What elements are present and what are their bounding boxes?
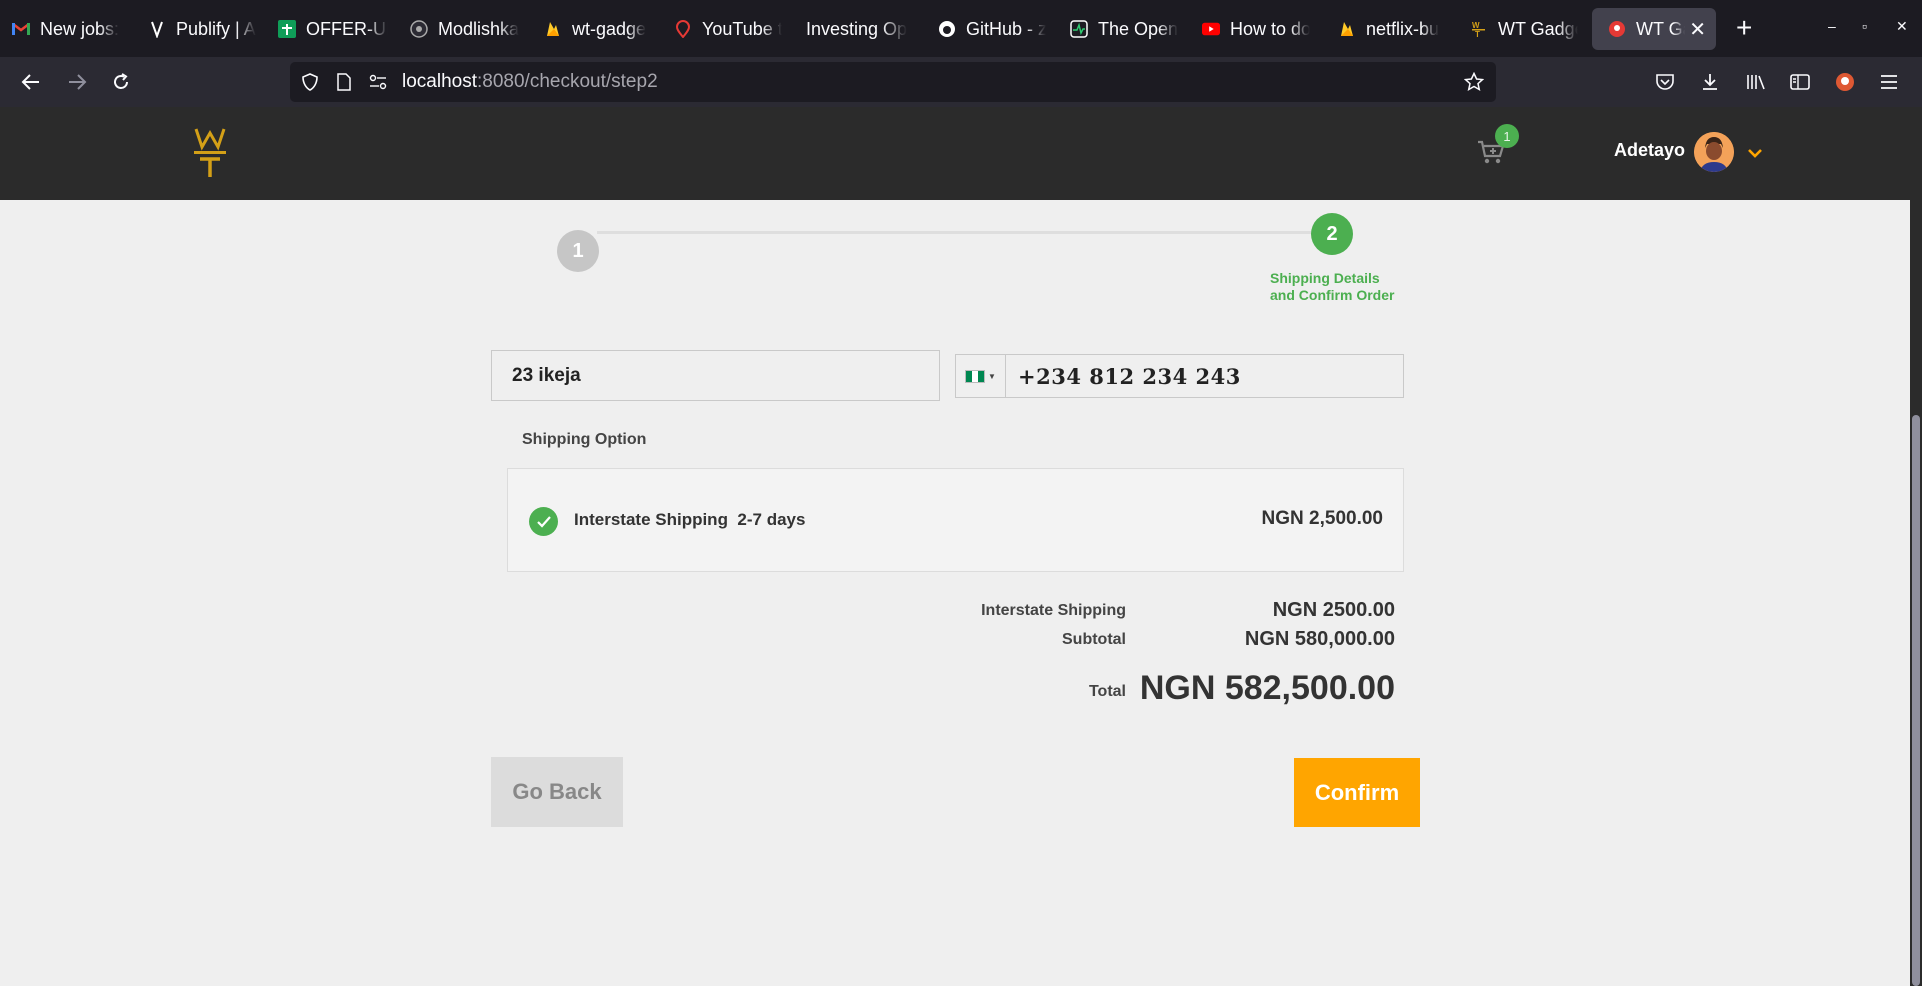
back-arrow-icon[interactable] [18, 69, 44, 95]
browser-tab[interactable]: The Open [1070, 8, 1178, 50]
address-field[interactable] [491, 350, 940, 401]
subtotal-label: Subtotal [1062, 631, 1126, 648]
menu-icon[interactable] [1876, 69, 1902, 95]
check-icon [529, 507, 558, 536]
wt-icon [1608, 20, 1626, 38]
svg-text:W: W [1472, 21, 1480, 30]
tab-title: Investing Op [806, 18, 908, 39]
wt-logo-icon: WT [1470, 20, 1488, 38]
browser-navbar: localhost:8080/checkout/step2 [0, 57, 1922, 107]
caret-down-icon: ▼ [988, 371, 996, 381]
page-icon[interactable] [334, 72, 354, 92]
browser-tab-strip: New jobs: Publify | A OFFER-UF Modlishka… [0, 0, 1922, 57]
shipping-option-price: NGN 2,500.00 [1261, 508, 1383, 529]
shipping-summary-label: Interstate Shipping [981, 602, 1126, 619]
tab-title: Modlishka [438, 18, 520, 39]
tab-title: Publify | A [176, 18, 256, 39]
chevron-down-icon[interactable] [1745, 143, 1765, 163]
browser-tab[interactable]: How to do [1202, 8, 1310, 50]
firebase-icon [1338, 20, 1356, 38]
url-path: :8080/checkout/step2 [477, 71, 658, 92]
browser-tab[interactable]: WT WT Gadge [1470, 8, 1578, 50]
browser-tab[interactable]: Investing Op [806, 8, 914, 50]
close-tab-icon[interactable]: ✕ [1689, 17, 1706, 42]
tab-title: WT Gadge [1498, 18, 1578, 39]
download-icon[interactable] [1697, 69, 1723, 95]
github-icon [938, 20, 956, 38]
tab-title: GitHub - z [966, 18, 1046, 39]
browser-tab-active[interactable]: WT Gad ✕ [1592, 8, 1716, 50]
page-scrollbar[interactable] [1910, 107, 1922, 986]
shield-icon[interactable] [300, 72, 320, 92]
step-2-indicator: 2 [1311, 213, 1353, 255]
duckduckgo-icon[interactable] [1832, 69, 1858, 95]
browser-tab[interactable]: OFFER-UF [278, 8, 388, 50]
nigeria-flag-icon [965, 369, 986, 383]
new-tab-button[interactable]: + [1736, 12, 1752, 44]
subtotal-value: NGN 580,000.00 [1244, 628, 1395, 650]
url-text[interactable]: localhost:8080/checkout/step2 [402, 71, 658, 93]
tab-title: New jobs: [40, 18, 120, 39]
confirm-button[interactable]: Confirm [1294, 758, 1420, 827]
wt-logo-icon[interactable] [192, 123, 228, 181]
sheets-icon [278, 20, 296, 38]
shipping-option-card[interactable]: Interstate Shipping 2-7 days NGN 2,500.0… [507, 468, 1404, 572]
url-bar[interactable]: localhost:8080/checkout/step2 [290, 62, 1496, 102]
tab-title: wt-gadge [572, 18, 647, 39]
avatar[interactable] [1694, 132, 1734, 172]
firebase-icon [544, 20, 562, 38]
phone-field-wrapper: ▼ [955, 354, 1404, 398]
minimize-icon[interactable]: – [1828, 18, 1836, 34]
gmail-icon [12, 20, 30, 38]
tab-title: The Open [1098, 18, 1178, 39]
site-header: 1 Adetayo [0, 107, 1910, 200]
svg-text:T: T [1475, 30, 1480, 38]
shipping-summary-value: NGN 2500.00 [1272, 599, 1395, 621]
browser-tab[interactable]: New jobs: [12, 8, 132, 50]
browser-tab[interactable]: Publify | A [148, 8, 256, 50]
browser-tab[interactable]: YouTube t [674, 8, 782, 50]
tab-title: OFFER-UF [306, 18, 388, 39]
tab-title: How to do [1230, 18, 1310, 39]
browser-tab[interactable]: Modlishka [410, 8, 520, 50]
sidebar-icon[interactable] [1787, 69, 1813, 95]
cart-count-badge: 1 [1495, 124, 1519, 148]
publify-icon [148, 20, 166, 38]
scrollbar-thumb[interactable] [1912, 415, 1920, 986]
stepper-line [597, 231, 1312, 234]
bookmark-star-icon[interactable] [1464, 72, 1484, 92]
step-1-indicator: 1 [557, 230, 599, 272]
permissions-icon[interactable] [368, 72, 388, 92]
step-2-label: Shipping Details and Confirm Order [1270, 270, 1395, 303]
go-back-button[interactable]: Go Back [491, 757, 623, 827]
shipping-option-title: Shipping Option [522, 431, 647, 448]
user-name[interactable]: Adetayo [1614, 140, 1685, 161]
url-host: localhost [402, 71, 477, 92]
country-code-select[interactable]: ▼ [956, 355, 1006, 397]
forward-arrow-icon[interactable] [64, 69, 90, 95]
activity-icon [1070, 20, 1088, 38]
reload-icon[interactable] [108, 69, 134, 95]
github-icon [410, 20, 428, 38]
phone-field[interactable] [1016, 355, 1396, 397]
youtube-icon [1202, 20, 1220, 38]
location-pin-icon [674, 20, 692, 38]
total-label: Total [1088, 683, 1126, 700]
pocket-icon[interactable] [1652, 69, 1678, 95]
tab-title: YouTube t [702, 18, 782, 39]
shipping-option-name: Interstate Shipping 2-7 days [574, 510, 806, 529]
tab-title: netflix-bu [1366, 18, 1440, 39]
browser-tab[interactable]: GitHub - z [938, 8, 1046, 50]
browser-tab[interactable]: wt-gadge [544, 8, 648, 50]
browser-tab[interactable]: netflix-bu [1338, 8, 1442, 50]
restore-icon[interactable]: ▫ [1862, 18, 1867, 34]
tab-title: WT Gad [1636, 18, 1685, 39]
library-icon[interactable] [1743, 69, 1769, 95]
total-value: NGN 582,500.00 [1139, 669, 1395, 707]
window-close-icon[interactable]: ✕ [1896, 18, 1908, 35]
